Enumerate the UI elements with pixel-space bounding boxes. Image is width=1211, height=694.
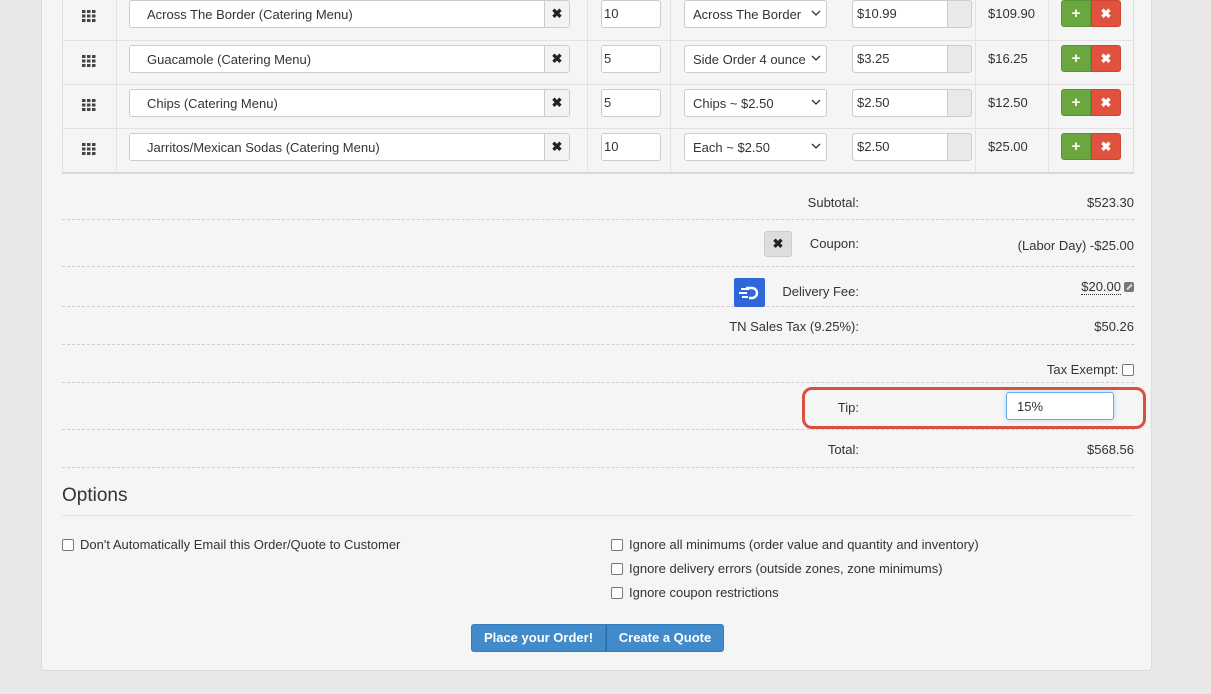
remove-item-button[interactable]: ✖ [1091, 0, 1121, 27]
coupon-row: ✖ Coupon: (Labor Day) -$25.00 [62, 220, 1134, 267]
option-select-value: Across The Border [693, 7, 802, 22]
clear-item-icon[interactable]: ✖ [544, 90, 569, 116]
ignore-coupon-checkbox[interactable] [611, 587, 623, 599]
chevron-down-icon [811, 143, 821, 149]
item-name-field[interactable]: Guacamole (Catering Menu) ✖ [129, 45, 570, 73]
line-total: $16.25 [988, 51, 1028, 66]
ignore-delivery-label: Ignore delivery errors (outside zones, z… [629, 561, 943, 576]
ignore-delivery-checkbox[interactable] [611, 563, 623, 575]
ignore-minimums-checkbox[interactable] [611, 539, 623, 551]
tax-row: TN Sales Tax (9.25%): $50.26 [62, 307, 1134, 345]
coupon-label: Coupon: [809, 236, 859, 251]
drag-handle-icon[interactable] [82, 99, 96, 111]
total-value: $568.56 [1087, 442, 1134, 457]
drag-handle-icon[interactable] [82, 10, 96, 22]
table-row: Chips (Catering Menu) ✖ 5 Chips ~ $2.50 $… [63, 84, 1133, 128]
price-field[interactable]: $3.25 [852, 45, 972, 73]
coupon-value: (Labor Day) -$25.00 [1017, 238, 1134, 253]
item-name: Chips (Catering Menu) [147, 96, 278, 111]
add-item-button[interactable]: + [1061, 0, 1091, 27]
drag-handle-icon[interactable] [82, 143, 96, 155]
subtotal-label: Subtotal: [807, 195, 859, 210]
delivery-fee-amount[interactable]: $20.00 [1081, 279, 1121, 295]
order-panel: Across The Border (Catering Menu) ✖ 10 Ac… [41, 0, 1152, 671]
submit-button-group: Place your Order! Create a Quote [471, 624, 724, 652]
options-divider [62, 515, 1134, 516]
remove-item-button[interactable]: ✖ [1091, 89, 1121, 116]
tax-label: TN Sales Tax (9.25%): [729, 319, 859, 334]
ignore-minimums-label: Ignore all minimums (order value and qua… [629, 537, 979, 552]
item-name: Across The Border (Catering Menu) [147, 7, 353, 22]
tip-input[interactable]: 15% [1006, 392, 1114, 420]
option-select-value: Chips ~ $2.50 [693, 96, 774, 111]
item-name: Jarritos/Mexican Sodas (Catering Menu) [147, 140, 380, 155]
subtotal-value: $523.30 [1087, 195, 1134, 210]
price-field[interactable]: $10.99 [852, 0, 972, 28]
price-field[interactable]: $2.50 [852, 133, 972, 161]
option-select-value: Each ~ $2.50 [693, 140, 770, 155]
delivery-fee-row: Delivery Fee: $20.00 [62, 267, 1134, 307]
price-field[interactable]: $2.50 [852, 89, 972, 117]
edit-icon[interactable] [1124, 282, 1134, 292]
drag-handle-icon[interactable] [82, 55, 96, 67]
line-total: $12.50 [988, 95, 1028, 110]
price-value[interactable]: $3.25 [853, 46, 948, 72]
option-select[interactable]: Chips ~ $2.50 [684, 89, 827, 117]
clear-item-icon[interactable]: ✖ [544, 1, 569, 27]
remove-coupon-button[interactable]: ✖ [764, 231, 792, 257]
add-item-button[interactable]: + [1061, 89, 1091, 116]
line-total: $25.00 [988, 139, 1028, 154]
tax-exempt-row: Tax Exempt: [62, 345, 1134, 383]
table-row: Guacamole (Catering Menu) ✖ 5 Side Order … [63, 40, 1133, 84]
line-total: $109.90 [988, 6, 1035, 21]
no-email-checkbox[interactable] [62, 539, 74, 551]
create-quote-button[interactable]: Create a Quote [606, 624, 724, 652]
add-item-button[interactable]: + [1061, 45, 1091, 72]
doordash-icon [734, 278, 765, 307]
option-select[interactable]: Across The Border [684, 0, 827, 28]
remove-item-button[interactable]: ✖ [1091, 133, 1121, 160]
item-name-field[interactable]: Across The Border (Catering Menu) ✖ [129, 0, 570, 28]
place-order-button[interactable]: Place your Order! [471, 624, 606, 652]
no-email-label: Don't Automatically Email this Order/Quo… [80, 537, 401, 552]
item-name-field[interactable]: Jarritos/Mexican Sodas (Catering Menu) ✖ [129, 133, 570, 161]
tax-exempt-checkbox[interactable] [1122, 364, 1134, 376]
option-ignore-delivery[interactable]: Ignore delivery errors (outside zones, z… [611, 561, 943, 576]
chevron-down-icon [811, 55, 821, 61]
item-name: Guacamole (Catering Menu) [147, 52, 312, 67]
total-row: Total: $568.56 [62, 430, 1134, 468]
remove-item-button[interactable]: ✖ [1091, 45, 1121, 72]
option-no-email[interactable]: Don't Automatically Email this Order/Quo… [62, 537, 400, 552]
subtotal-row: Subtotal: $523.30 [62, 185, 1134, 220]
delivery-fee-value[interactable]: $20.00 [1081, 279, 1134, 295]
delivery-fee-label: Delivery Fee: [782, 284, 859, 299]
ignore-coupon-label: Ignore coupon restrictions [629, 585, 779, 600]
price-value[interactable]: $10.99 [853, 1, 948, 27]
quantity-field[interactable]: 5 [601, 45, 661, 73]
table-row: Jarritos/Mexican Sodas (Catering Menu) ✖ … [63, 128, 1133, 172]
chevron-down-icon [811, 10, 821, 16]
clear-item-icon[interactable]: ✖ [544, 46, 569, 72]
total-label: Total: [827, 442, 859, 457]
table-row: Across The Border (Catering Menu) ✖ 10 Ac… [63, 0, 1133, 40]
option-ignore-minimums[interactable]: Ignore all minimums (order value and qua… [611, 537, 979, 552]
option-select-value: Side Order 4 ounce [693, 52, 806, 67]
options-heading: Options [62, 485, 128, 506]
chevron-down-icon [811, 99, 821, 105]
clear-item-icon[interactable]: ✖ [544, 134, 569, 160]
add-item-button[interactable]: + [1061, 133, 1091, 160]
item-name-field[interactable]: Chips (Catering Menu) ✖ [129, 89, 570, 117]
tax-exempt: Tax Exempt: [1047, 362, 1134, 377]
option-ignore-coupon[interactable]: Ignore coupon restrictions [611, 585, 779, 600]
tax-value: $50.26 [1094, 319, 1134, 334]
tax-exempt-label: Tax Exempt: [1046, 362, 1119, 377]
option-select[interactable]: Each ~ $2.50 [684, 133, 827, 161]
quantity-field[interactable]: 10 [601, 133, 661, 161]
quantity-field[interactable]: 10 [601, 0, 661, 28]
price-value[interactable]: $2.50 [853, 90, 948, 116]
quantity-field[interactable]: 5 [601, 89, 661, 117]
option-select[interactable]: Side Order 4 ounce [684, 45, 827, 73]
order-items-table: Across The Border (Catering Menu) ✖ 10 Ac… [62, 0, 1134, 174]
price-value[interactable]: $2.50 [853, 134, 948, 160]
